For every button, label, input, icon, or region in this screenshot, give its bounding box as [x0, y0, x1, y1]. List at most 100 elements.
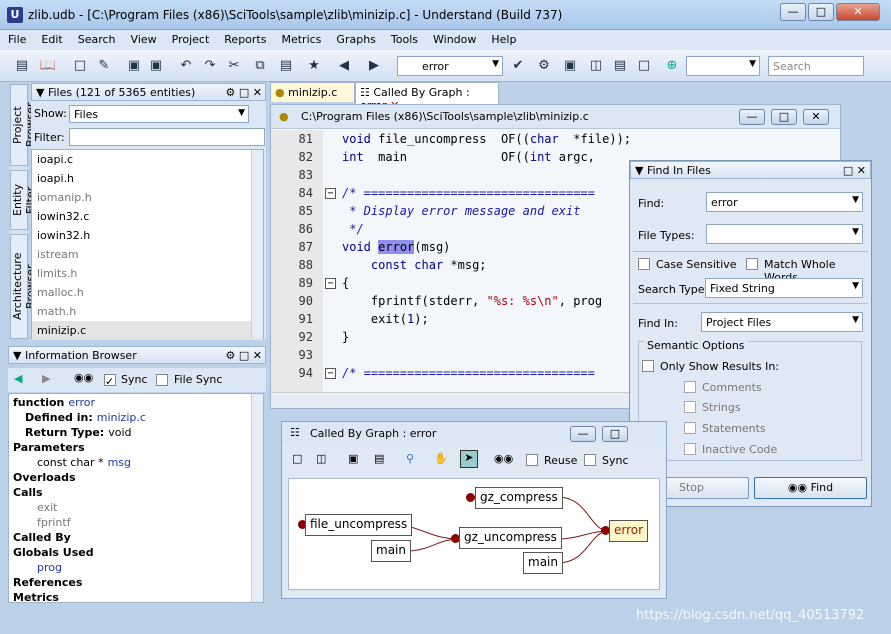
- graph-maximize-button[interactable]: □: [602, 426, 628, 442]
- print-icon[interactable]: ◫: [316, 452, 326, 465]
- file-list-item[interactable]: math.h: [32, 302, 263, 321]
- pointer-icon[interactable]: ➤: [460, 450, 478, 468]
- file-list-item[interactable]: istream: [32, 245, 263, 264]
- layout-1-icon[interactable]: ◫: [586, 56, 606, 76]
- save-icon[interactable]: ▣: [348, 452, 358, 465]
- collapse-icon[interactable]: ▼: [635, 164, 643, 177]
- fold-icon[interactable]: −: [325, 188, 336, 199]
- file-list-item[interactable]: iowin32.h: [32, 226, 263, 245]
- maximize-button[interactable]: □: [808, 3, 834, 21]
- menu-graphs[interactable]: Graphs: [328, 30, 382, 46]
- file-list-item[interactable]: ioapi.h: [32, 169, 263, 188]
- hand-icon[interactable]: ✋: [434, 452, 448, 465]
- tab-architecture-browser[interactable]: Architecture Browser: [10, 234, 37, 339]
- menu-view[interactable]: View: [123, 30, 164, 46]
- info-row[interactable]: Return Type: void: [25, 426, 132, 439]
- file-list-item[interactable]: ioapi.c: [32, 150, 263, 169]
- node-file-uncompress[interactable]: file_uncompress: [305, 514, 413, 536]
- save-icon[interactable]: ▣: [124, 56, 144, 76]
- menu-window[interactable]: Window: [425, 30, 483, 46]
- info-row[interactable]: Globals Used: [13, 546, 94, 559]
- find-in-select[interactable]: Project Files ▼: [701, 312, 863, 332]
- graph-icon[interactable]: ⚙: [534, 56, 554, 76]
- copy-icon[interactable]: ⧉: [250, 56, 270, 76]
- collapse-icon[interactable]: ▼: [36, 86, 44, 99]
- fold-icon[interactable]: −: [325, 368, 336, 379]
- forward-icon[interactable]: ▶: [42, 372, 50, 385]
- back-icon[interactable]: ◀: [334, 56, 354, 76]
- only-show-checkbox[interactable]: [642, 360, 654, 372]
- menu-tools[interactable]: Tools: [383, 30, 425, 46]
- info-value[interactable]: error: [68, 396, 95, 409]
- zoom-icon[interactable]: ▣: [560, 56, 580, 76]
- add-icon[interactable]: ⊕: [662, 56, 682, 76]
- tab-minizip[interactable]: ● minizip.c: [270, 82, 355, 102]
- menu-edit[interactable]: Edit: [33, 30, 69, 46]
- editor-minimize-button[interactable]: —: [739, 109, 765, 125]
- file-list-item[interactable]: minizip.c: [32, 321, 263, 340]
- close-button[interactable]: ✕: [836, 3, 880, 21]
- comments-checkbox[interactable]: [684, 381, 696, 393]
- minimize-button[interactable]: —: [780, 3, 806, 21]
- filter-input[interactable]: [69, 128, 265, 146]
- cut-icon[interactable]: ✂: [224, 56, 244, 76]
- search-input[interactable]: Search: [768, 56, 864, 76]
- find-field[interactable]: error ▼: [706, 192, 863, 212]
- redo-icon[interactable]: ↷: [200, 56, 220, 76]
- info-row[interactable]: Defined in: minizip.c: [25, 411, 146, 424]
- sync-checkbox[interactable]: ✓: [104, 374, 116, 388]
- entity-combo[interactable]: error ▼: [397, 56, 503, 76]
- project-icon[interactable]: ▤: [12, 56, 32, 76]
- editor-maximize-button[interactable]: □: [771, 109, 797, 125]
- node-gz-compress[interactable]: gz_compress: [475, 487, 563, 509]
- layout-3-icon[interactable]: □: [634, 56, 654, 76]
- fold-icon[interactable]: −: [325, 278, 336, 289]
- collapse-icon[interactable]: ▼: [13, 349, 21, 362]
- info-value[interactable]: minizip.c: [97, 411, 146, 424]
- bookmark-icon[interactable]: ★: [304, 56, 324, 76]
- reuse-checkbox[interactable]: [526, 454, 538, 466]
- show-combo[interactable]: Files ▼: [69, 105, 249, 123]
- info-row[interactable]: Overloads: [13, 471, 76, 484]
- menu-reports[interactable]: Reports: [216, 30, 273, 46]
- info-row[interactable]: Calls: [13, 486, 43, 499]
- info-value[interactable]: void: [108, 426, 131, 439]
- forward-icon[interactable]: ▶: [364, 56, 384, 76]
- info-row[interactable]: References: [13, 576, 82, 589]
- tools-icon[interactable]: ✔: [508, 56, 528, 76]
- menu-help[interactable]: Help: [483, 30, 523, 46]
- menu-metrics[interactable]: Metrics: [273, 30, 328, 46]
- paste-icon[interactable]: ▤: [276, 56, 296, 76]
- info-row[interactable]: fprintf: [37, 516, 71, 529]
- file-list-item[interactable]: malloc.h: [32, 283, 263, 302]
- editor-close-button[interactable]: ✕: [803, 109, 829, 125]
- info-row[interactable]: Called By: [13, 531, 71, 544]
- export-icon[interactable]: ▤: [374, 452, 384, 465]
- node-main[interactable]: main: [371, 540, 411, 562]
- node-error[interactable]: error: [609, 520, 649, 542]
- file-list-item[interactable]: iowin32.c: [32, 207, 263, 226]
- open-icon[interactable]: ✎: [94, 56, 114, 76]
- file-list-item[interactable]: iomanip.h: [32, 188, 263, 207]
- node-gz-uncompress[interactable]: gz_uncompress: [459, 527, 562, 549]
- book-icon[interactable]: 📖: [38, 56, 58, 76]
- code-line[interactable]: 81 void file_uncompress OF((char *file));: [271, 132, 840, 150]
- tab-called-by-graph[interactable]: ☷ Called By Graph : error ✕: [355, 82, 499, 112]
- file-types-field[interactable]: ▼: [706, 224, 863, 244]
- scrollbar[interactable]: [251, 394, 263, 602]
- graph-minimize-button[interactable]: —: [570, 426, 596, 442]
- file-sync-checkbox[interactable]: [156, 374, 168, 386]
- menu-project[interactable]: Project: [164, 30, 217, 46]
- node-main[interactable]: main: [523, 552, 563, 574]
- sync-checkbox[interactable]: [584, 454, 596, 466]
- new-file-icon[interactable]: □: [70, 56, 90, 76]
- match-whole-words-checkbox[interactable]: [746, 258, 758, 270]
- find-button[interactable]: ◉◉ Find: [754, 477, 867, 499]
- binoculars-icon[interactable]: ◉◉: [494, 452, 513, 465]
- info-row[interactable]: function error: [13, 396, 95, 409]
- zoom-icon[interactable]: ⚲: [406, 452, 414, 465]
- pane-controls[interactable]: ⚙ □ ✕: [226, 86, 262, 99]
- menu-search[interactable]: Search: [70, 30, 123, 46]
- menu-file[interactable]: File: [0, 30, 33, 46]
- statements-checkbox[interactable]: [684, 422, 696, 434]
